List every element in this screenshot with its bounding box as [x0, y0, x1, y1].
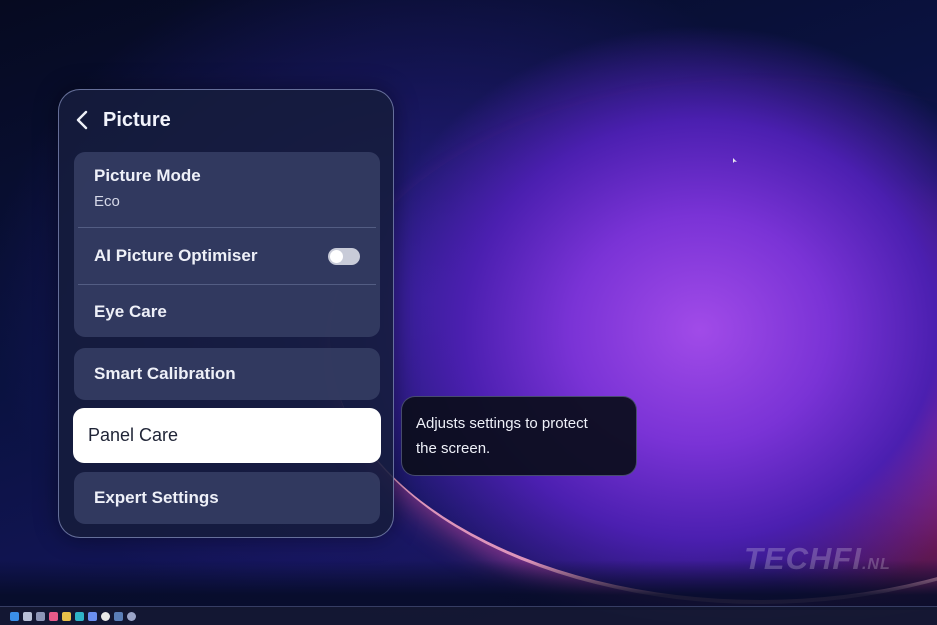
tooltip-line-2: the screen. [416, 440, 491, 457]
settings-icon[interactable] [127, 611, 136, 621]
expert-settings-item[interactable]: Expert Settings [74, 472, 380, 524]
tooltip-line-1: Adjusts settings to protect [416, 415, 588, 432]
wallpaper-wave [330, 80, 937, 604]
chevron-left-icon[interactable] [71, 109, 93, 131]
ai-picture-optimiser-label: AI Picture Optimiser [94, 246, 258, 265]
help-tooltip: Adjusts settings to protect the screen. [401, 396, 637, 476]
store-icon[interactable] [88, 611, 97, 621]
panel-care-item[interactable]: Panel Care [73, 408, 381, 463]
file-explorer-icon[interactable] [62, 611, 71, 621]
expert-settings-label: Expert Settings [94, 488, 219, 507]
mouse-cursor-icon [733, 158, 737, 163]
desktop-screen: Picture Picture Mode Eco AI Picture Opti… [0, 0, 937, 625]
ai-picture-optimiser-toggle[interactable] [328, 247, 360, 265]
steam-icon[interactable] [114, 611, 123, 621]
chrome-icon[interactable] [101, 611, 110, 621]
smart-calibration-label: Smart Calibration [94, 364, 236, 383]
watermark-logo: TECHFI.NL [744, 541, 891, 577]
picture-settings-group: Picture Mode Eco AI Picture Optimiser Ey… [74, 152, 380, 337]
search-icon[interactable] [23, 611, 32, 621]
picture-settings-panel: Picture Picture Mode Eco AI Picture Opti… [58, 89, 394, 538]
task-view-icon[interactable] [36, 611, 45, 621]
back-button[interactable]: Picture [71, 104, 171, 136]
watermark-tld: .NL [861, 556, 891, 573]
smart-calibration-item[interactable]: Smart Calibration [74, 348, 380, 400]
toggle-knob [330, 249, 343, 263]
taskbar [0, 606, 937, 625]
windows-start-icon[interactable] [10, 611, 19, 621]
eye-care-label: Eye Care [94, 302, 167, 321]
picture-mode-label: Picture Mode [94, 166, 201, 185]
picture-mode-item[interactable]: Picture Mode Eco [74, 152, 380, 227]
watermark-brand: TECHFI [744, 541, 862, 576]
eye-care-item[interactable]: Eye Care [74, 285, 380, 339]
panel-care-label: Panel Care [88, 425, 179, 445]
edge-browser-icon[interactable] [75, 611, 84, 621]
ai-picture-optimiser-item[interactable]: AI Picture Optimiser [74, 228, 380, 284]
widgets-icon[interactable] [49, 611, 58, 621]
picture-mode-value: Eco [94, 193, 120, 210]
panel-title: Picture [103, 108, 171, 131]
